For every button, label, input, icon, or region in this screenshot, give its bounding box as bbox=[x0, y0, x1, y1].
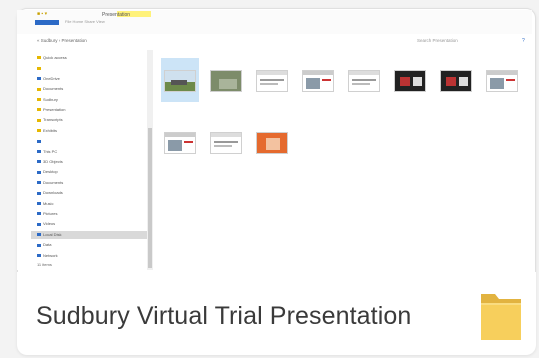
file-thumbnail bbox=[164, 132, 196, 154]
nav-item-label: Downloads bbox=[43, 190, 63, 196]
file-item[interactable] bbox=[437, 58, 475, 102]
nav-item[interactable]: Sudbury bbox=[31, 96, 151, 104]
nav-item[interactable]: Quick access bbox=[31, 54, 151, 62]
file-item[interactable] bbox=[391, 58, 429, 102]
file-item[interactable] bbox=[299, 58, 337, 102]
folder-icon bbox=[37, 243, 41, 247]
nav-scrollbar[interactable] bbox=[147, 50, 153, 270]
nav-item-label: Documents bbox=[43, 86, 64, 92]
file-tab[interactable] bbox=[35, 20, 59, 25]
file-item[interactable] bbox=[207, 58, 245, 102]
quick-access-toolbar-icon: ■ ▪ ▾ bbox=[37, 11, 48, 17]
folder-icon bbox=[37, 254, 41, 258]
nav-item[interactable]: OneDrive bbox=[31, 75, 151, 83]
folder-icon bbox=[37, 98, 41, 102]
nav-item-label: Videos bbox=[43, 221, 56, 227]
folder-icon bbox=[37, 233, 41, 237]
nav-item-label: Data bbox=[43, 242, 52, 248]
nav-item[interactable]: Exhibits bbox=[31, 127, 151, 135]
file-thumbnail bbox=[210, 132, 242, 154]
folder-icon bbox=[37, 212, 41, 216]
nav-item[interactable]: Data bbox=[31, 241, 151, 249]
folder-icon bbox=[37, 118, 41, 122]
file-thumbnail bbox=[164, 70, 196, 92]
nav-item-label: Desktop bbox=[43, 169, 58, 175]
folder-icon bbox=[37, 77, 41, 81]
folder-icon bbox=[37, 87, 41, 91]
nav-item[interactable]: Network bbox=[31, 252, 151, 260]
address-bar[interactable]: « Sudbury › Presentation Search Presenta… bbox=[17, 36, 532, 48]
folder-icon bbox=[37, 56, 41, 60]
breadcrumb[interactable]: « Sudbury › Presentation bbox=[37, 38, 87, 43]
folder-icon bbox=[37, 202, 41, 206]
explorer-ribbon: ■ ▪ ▾ Presentation File Home Share View bbox=[17, 10, 532, 34]
folder-icon bbox=[37, 129, 41, 133]
file-item[interactable] bbox=[161, 58, 199, 102]
nav-item-label: Exhibits bbox=[43, 127, 58, 133]
nav-item-label: OneDrive bbox=[43, 75, 60, 81]
nav-item-label: Quick access bbox=[43, 55, 67, 60]
nav-item-label: Network bbox=[43, 252, 58, 258]
file-thumbnail bbox=[302, 70, 334, 92]
folder-icon bbox=[37, 139, 41, 143]
folder-icon bbox=[37, 160, 41, 164]
file-thumbnail bbox=[256, 70, 288, 92]
nav-item[interactable]: Documents bbox=[31, 179, 151, 187]
file-thumbnail bbox=[256, 132, 288, 154]
nav-item[interactable]: Local Disk bbox=[31, 230, 151, 239]
scrollbar-thumb[interactable] bbox=[148, 128, 152, 268]
file-thumbnail bbox=[394, 70, 426, 92]
file-item[interactable] bbox=[253, 58, 291, 102]
file-grid[interactable] bbox=[161, 54, 531, 269]
folder-icon bbox=[37, 181, 41, 185]
file-item[interactable] bbox=[483, 58, 521, 102]
nav-item[interactable]: Desktop bbox=[31, 168, 151, 176]
folder-icon bbox=[37, 170, 41, 174]
status-bar: 11 items bbox=[37, 262, 52, 267]
nav-item-label: Music bbox=[43, 200, 54, 206]
file-item[interactable] bbox=[253, 120, 291, 164]
ribbon-menu[interactable]: File Home Share View bbox=[65, 19, 105, 24]
navigation-pane[interactable]: Quick access OneDrive Documents Sudbury Pres… bbox=[31, 50, 151, 270]
nav-item-label: 3D Objects bbox=[43, 159, 63, 164]
file-thumbnail bbox=[348, 70, 380, 92]
nav-item-label: Presentation bbox=[43, 107, 66, 112]
file-thumbnail bbox=[440, 70, 472, 92]
nav-item-label: This PC bbox=[43, 148, 58, 154]
nav-item[interactable] bbox=[31, 64, 151, 72]
file-thumbnail bbox=[210, 70, 242, 92]
folder-icon bbox=[37, 222, 41, 226]
nav-item[interactable]: 3D Objects bbox=[31, 158, 151, 166]
nav-item[interactable]: Transcripts bbox=[31, 116, 151, 124]
folder-icon bbox=[37, 108, 41, 112]
folder-icon bbox=[37, 66, 41, 70]
nav-item-label: Local Disk bbox=[43, 231, 62, 237]
nav-item-label: Sudbury bbox=[43, 96, 58, 102]
nav-item-label: Pictures bbox=[43, 211, 58, 216]
nav-item[interactable]: Downloads bbox=[31, 189, 151, 197]
folder-icon bbox=[37, 191, 41, 195]
folder-preview: ■ ▪ ▾ Presentation File Home Share View … bbox=[17, 10, 532, 270]
file-item[interactable] bbox=[207, 120, 245, 164]
folder-icon bbox=[481, 294, 521, 340]
file-thumbnail bbox=[486, 70, 518, 92]
nav-item[interactable]: Music bbox=[31, 200, 151, 208]
nav-item[interactable]: This PC bbox=[31, 148, 151, 156]
card-footer: Sudbury Virtual Trial Presentation bbox=[17, 272, 536, 355]
folder-icon bbox=[37, 150, 41, 154]
nav-item[interactable]: Videos bbox=[31, 220, 151, 228]
nav-item[interactable] bbox=[31, 137, 151, 145]
file-item[interactable] bbox=[161, 120, 199, 164]
help-icon[interactable]: ? bbox=[522, 38, 525, 44]
window-title: Presentation bbox=[102, 12, 131, 18]
nav-item[interactable]: Documents bbox=[31, 85, 151, 93]
nav-item-label: Documents bbox=[43, 179, 64, 185]
card-title: Sudbury Virtual Trial Presentation bbox=[36, 302, 412, 330]
search-input[interactable]: Search Presentation bbox=[417, 38, 458, 43]
nav-item[interactable]: Presentation bbox=[31, 106, 151, 114]
file-item[interactable] bbox=[345, 58, 383, 102]
nav-item[interactable]: Pictures bbox=[31, 210, 151, 218]
nav-item-label: Transcripts bbox=[43, 117, 63, 123]
